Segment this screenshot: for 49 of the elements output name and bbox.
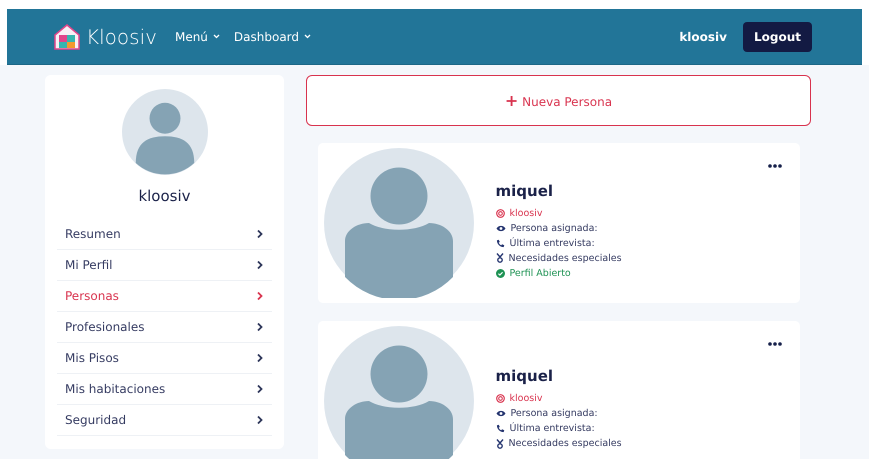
phone-icon bbox=[496, 424, 504, 433]
person-detail: Persona asignada: bbox=[510, 222, 598, 234]
phone-icon bbox=[496, 238, 504, 248]
person-name: miquel bbox=[496, 182, 554, 200]
nav-menu-button[interactable]: Menú bbox=[174, 30, 220, 44]
sidebar-menu-item[interactable]: Personas bbox=[57, 281, 272, 312]
more-options-icon[interactable] bbox=[768, 342, 782, 346]
person-detail: Persona asignada: bbox=[510, 408, 598, 419]
chevron-right-icon bbox=[256, 353, 264, 363]
eye-icon bbox=[496, 224, 506, 232]
sidebar-menu-item[interactable]: Mis habitaciones bbox=[57, 374, 272, 405]
chevron-down-icon bbox=[304, 34, 312, 39]
sidebar-menu-item[interactable]: Mi Perfil bbox=[57, 250, 272, 281]
house-logo-icon bbox=[54, 24, 80, 50]
target-icon bbox=[496, 208, 504, 218]
chevron-right-icon bbox=[256, 384, 264, 394]
person-detail: Última entrevista: bbox=[510, 423, 595, 434]
sidebar-menu-item[interactable]: Profesionales bbox=[57, 312, 272, 343]
brand-name: Kloosiv bbox=[86, 24, 157, 48]
avatar-placeholder-icon bbox=[324, 326, 474, 459]
person-detail: Perfil Abierto bbox=[510, 268, 571, 278]
new-person-button[interactable]: + Nueva Persona bbox=[306, 75, 811, 126]
medal-icon bbox=[496, 438, 504, 448]
person-detail: Última entrevista: bbox=[510, 238, 595, 248]
username-label: kloosiv bbox=[679, 30, 727, 44]
chevron-right-icon bbox=[256, 260, 264, 270]
chevron-right-icon bbox=[256, 229, 264, 239]
chevron-right-icon bbox=[256, 322, 264, 332]
medal-icon bbox=[496, 253, 504, 263]
logout-button[interactable]: Logout bbox=[742, 22, 812, 52]
chevron-down-icon bbox=[212, 34, 220, 39]
person-detail: kloosiv bbox=[510, 393, 542, 404]
person-detail: Necesidades especiales bbox=[508, 438, 622, 449]
profile-name: kloosiv bbox=[138, 187, 191, 205]
sidebar-menu-item[interactable]: Seguridad bbox=[57, 405, 272, 436]
avatar-placeholder-icon bbox=[122, 89, 208, 175]
person-detail: kloosiv bbox=[510, 208, 542, 218]
more-options-icon[interactable] bbox=[768, 164, 782, 168]
sidebar-menu-item[interactable]: Mis Pisos bbox=[57, 343, 272, 374]
check-circle-icon bbox=[496, 268, 504, 278]
avatar-placeholder-icon bbox=[324, 148, 474, 298]
chevron-right-icon bbox=[256, 291, 264, 301]
target-icon bbox=[496, 394, 504, 403]
eye-icon bbox=[496, 410, 506, 417]
chevron-right-icon bbox=[256, 415, 264, 425]
nav-menu-button[interactable]: Dashboard bbox=[234, 30, 312, 44]
person-name: miquel bbox=[496, 367, 554, 385]
sidebar-menu-item[interactable]: Resumen bbox=[57, 219, 272, 250]
person-detail: Necesidades especiales bbox=[508, 252, 622, 264]
